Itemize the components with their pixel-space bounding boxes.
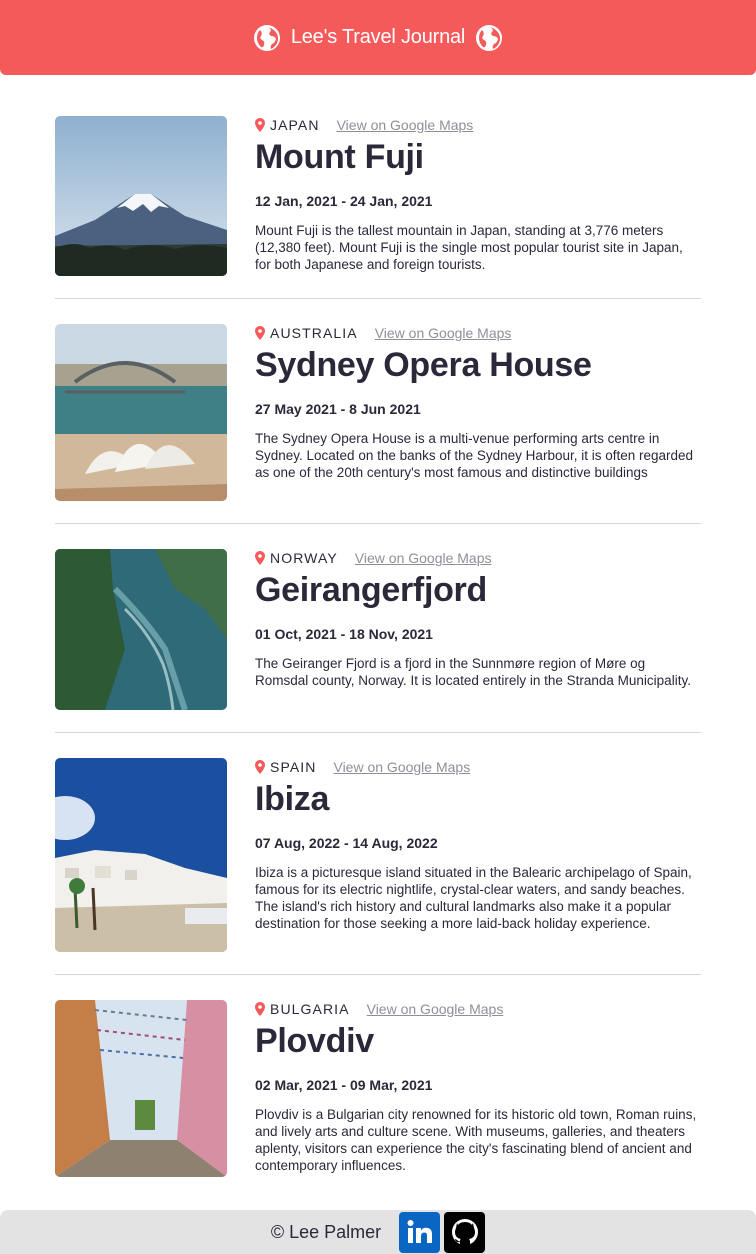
- google-maps-link[interactable]: View on Google Maps: [337, 117, 474, 133]
- journal-entry: AUSTRALIA View on Google Maps Sydney Ope…: [55, 324, 701, 524]
- location-pin-icon: [255, 1002, 265, 1016]
- journal-entry: JAPAN View on Google Maps Mount Fuji 12 …: [55, 116, 701, 299]
- country-label: AUSTRALIA: [270, 325, 358, 341]
- trip-dates: 02 Mar, 2021 - 09 Mar, 2021: [255, 1077, 433, 1093]
- site-footer: © Lee Palmer: [0, 1210, 756, 1254]
- place-title: Ibiza: [255, 780, 330, 818]
- location-line: SPAIN View on Google Maps: [255, 758, 701, 776]
- place-title: Plovdiv: [255, 1022, 374, 1060]
- google-maps-link[interactable]: View on Google Maps: [367, 1001, 504, 1017]
- entry-info: AUSTRALIA View on Google Maps Sydney Ope…: [255, 324, 701, 501]
- copyright-text: © Lee Palmer: [270, 1221, 382, 1242]
- entry-photo-ibiza: [55, 758, 227, 952]
- location-pin-icon: [255, 551, 265, 565]
- entry-photo-geirangerfjord: [55, 549, 227, 710]
- place-title: Sydney Opera House: [255, 346, 592, 384]
- journal-entry: SPAIN View on Google Maps Ibiza 07 Aug, …: [55, 758, 701, 975]
- google-maps-link[interactable]: View on Google Maps: [355, 550, 492, 566]
- location-line: AUSTRALIA View on Google Maps: [255, 324, 701, 342]
- place-description: The Geiranger Fjord is a fjord in the Su…: [255, 656, 691, 688]
- country-label: JAPAN: [270, 117, 320, 133]
- entry-info: BULGARIA View on Google Maps Plovdiv 02 …: [255, 1000, 701, 1177]
- entry-info: NORWAY View on Google Maps Geirangerfjor…: [255, 549, 701, 710]
- github-icon: [451, 1219, 478, 1245]
- location-line: JAPAN View on Google Maps: [255, 116, 701, 134]
- trip-dates: 07 Aug, 2022 - 14 Aug, 2022: [255, 835, 438, 851]
- location-line: BULGARIA View on Google Maps: [255, 1000, 701, 1018]
- site-header: Lee's Travel Journal: [0, 0, 756, 75]
- place-description: Plovdiv is a Bulgarian city renowned for…: [255, 1107, 697, 1173]
- trip-dates: 01 Oct, 2021 - 18 Nov, 2021: [255, 626, 433, 642]
- entry-photo-mount-fuji: [55, 116, 227, 276]
- trip-dates: 12 Jan, 2021 - 24 Jan, 2021: [255, 193, 433, 209]
- country-label: NORWAY: [270, 550, 338, 566]
- journal-entries: JAPAN View on Google Maps Mount Fuji 12 …: [55, 116, 701, 1199]
- place-title: Mount Fuji: [255, 138, 424, 176]
- github-link[interactable]: [444, 1211, 486, 1253]
- journal-entry: BULGARIA View on Google Maps Plovdiv 02 …: [55, 1000, 701, 1199]
- google-maps-link[interactable]: View on Google Maps: [375, 325, 512, 341]
- location-line: NORWAY View on Google Maps: [255, 549, 701, 567]
- location-pin-icon: [255, 326, 265, 340]
- entry-photo-sydney-opera-house: [55, 324, 227, 501]
- linkedin-link[interactable]: [399, 1211, 441, 1253]
- place-description: Mount Fuji is the tallest mountain in Ja…: [255, 223, 683, 272]
- country-label: SPAIN: [270, 759, 317, 775]
- globe-icon: [253, 24, 280, 51]
- entry-info: JAPAN View on Google Maps Mount Fuji 12 …: [255, 116, 701, 276]
- country-label: BULGARIA: [270, 1001, 350, 1017]
- entry-photo-plovdiv: [55, 1000, 227, 1177]
- entry-info: SPAIN View on Google Maps Ibiza 07 Aug, …: [255, 758, 701, 952]
- linkedin-icon: [407, 1220, 432, 1243]
- journal-entry: NORWAY View on Google Maps Geirangerfjor…: [55, 549, 701, 733]
- site-title: Lee's Travel Journal: [290, 26, 466, 48]
- trip-dates: 27 May 2021 - 8 Jun 2021: [255, 401, 421, 417]
- google-maps-link[interactable]: View on Google Maps: [333, 759, 470, 775]
- location-pin-icon: [255, 760, 265, 774]
- location-pin-icon: [255, 118, 265, 132]
- place-title: Geirangerfjord: [255, 571, 487, 609]
- place-description: Ibiza is a picturesque island situated i…: [255, 865, 692, 931]
- globe-icon: [476, 24, 503, 51]
- place-description: The Sydney Opera House is a multi-venue …: [255, 431, 694, 480]
